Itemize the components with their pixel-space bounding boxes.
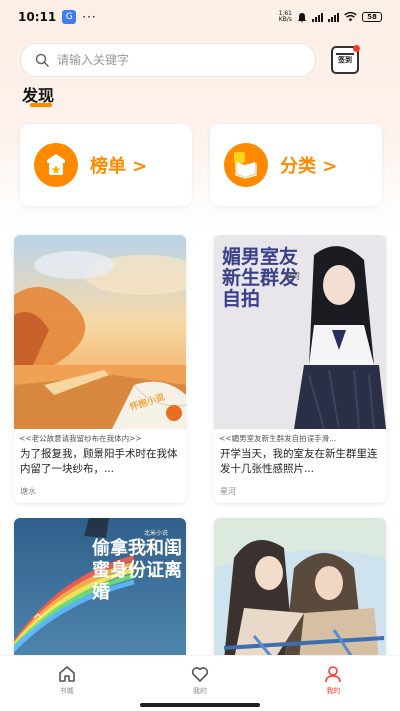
home-indicator [140,703,260,707]
book-subtitle: <<媚男室友新生群发自拍误手滑... [219,434,337,443]
notification-dot [353,45,360,52]
search-icon [35,53,49,67]
book-description: 为了报复我，顾景阳手术时在我体内留了一块纱布，... [20,448,178,475]
signal-2-icon [328,12,339,22]
battery-icon: 58 [362,12,382,22]
category-icon [224,143,268,187]
cover-title: 偷拿我和闺蜜身份证离婚 [92,538,182,603]
ranking-card[interactable]: 榜单 > [20,124,192,206]
status-time: 10:11 [18,10,57,24]
signin-label: 签到 [338,56,352,64]
ranking-label: 榜单 > [90,156,148,177]
book-card[interactable]: 媚男室友新生群发自拍 星河 <<媚男室友新生群发自拍误手滑... 开学当天，我的… [214,235,386,503]
nav-bookstore[interactable]: 书城 [0,656,133,711]
network-speed: 1.61 KB/s [278,10,292,23]
status-bar: 10:11 G ··· 1.61 KB/s 58 [0,0,400,34]
book-cover [214,518,386,660]
nav-bookstore-label: 书城 [59,687,74,695]
book-author: 塘水 [20,487,36,496]
cover-small: 北米小说 [144,530,169,537]
heart-icon [191,667,209,682]
category-card[interactable]: 分类 > [210,124,382,206]
nav-profile-label: 我的 [326,687,341,695]
signin-button[interactable]: 签到 [331,45,360,74]
book-description: 开学当天，我的室友在新生群里连发十几张性感照片... [220,448,378,475]
book-card[interactable] [214,518,386,660]
category-label: 分类 > [280,156,338,177]
nav-profile[interactable]: 我的 [267,656,400,711]
ranking-icon [34,143,78,187]
search-bar[interactable] [20,43,316,77]
book-subtitle: <<老公故意请我留纱布在我体内>> [19,434,142,443]
nav-favorites-label: 我的 [192,687,207,695]
search-input[interactable] [57,53,287,67]
alarm-icon [298,12,306,23]
cover-badge: 星河 [284,272,300,281]
wifi-icon [344,12,357,22]
book-cover: 怀抱小说 [14,235,186,429]
home-icon [58,666,75,682]
book-author: 星河 [220,487,236,496]
section-underline [30,103,52,107]
person-icon [325,666,342,683]
signal-icon [312,12,323,22]
more-notifications-icon: ··· [82,10,97,24]
app-notification-icon: G [62,10,77,24]
status-indicators: 1.61 KB/s 58 [279,11,382,23]
book-cover: 偷拿我和闺蜜身份证离婚 北米小说 [14,518,186,660]
book-card[interactable]: 偷拿我和闺蜜身份证离婚 北米小说 [14,518,186,660]
book-cover: 媚男室友新生群发自拍 星河 [214,235,386,429]
book-card[interactable]: 怀抱小说 <<老公故意请我留纱布在我体内>> 为了报复我，顾景阳手术时在我体内留… [14,235,186,503]
